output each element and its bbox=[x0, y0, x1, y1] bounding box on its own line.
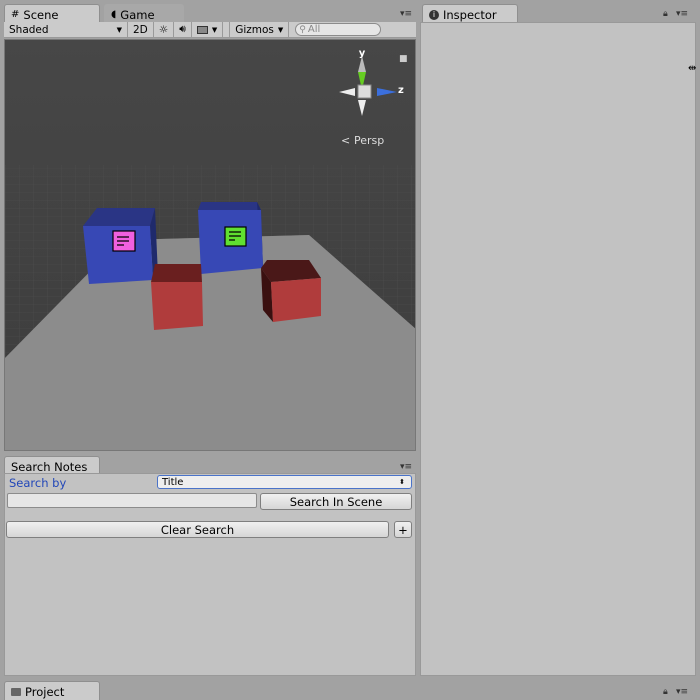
lock-icon[interactable]: 🔒︎ bbox=[663, 687, 668, 697]
scene-render: y z ■ < Persp bbox=[5, 40, 415, 450]
bottom-tab-bar bbox=[0, 679, 700, 700]
panel-menu-icon[interactable]: ▾≡ bbox=[400, 462, 412, 472]
add-note-button[interactable]: + bbox=[394, 521, 412, 538]
grid-icon: # bbox=[11, 9, 20, 20]
gizmos-dropdown[interactable]: Gizmos ▼ bbox=[229, 21, 290, 38]
scene-viewport[interactable]: y z ■ < Persp bbox=[4, 39, 416, 451]
lock-icon[interactable]: 🔒︎ bbox=[663, 9, 668, 19]
speaker-icon: 🔊︎ bbox=[179, 23, 186, 35]
tab-scene[interactable]: # Scene bbox=[4, 4, 100, 22]
panel-menu-icon[interactable]: ▾≡ bbox=[676, 9, 688, 19]
effects-dropdown[interactable]: ▼ bbox=[192, 21, 224, 38]
projection-label: Persp bbox=[354, 134, 384, 147]
tab-scene-label: Scene bbox=[23, 7, 59, 22]
panel-menu-icon[interactable]: ▾≡ bbox=[676, 687, 688, 697]
gizmo-z-label: z bbox=[398, 85, 404, 96]
gizmo-lock-icon[interactable]: ■ bbox=[399, 54, 408, 64]
tab-search-notes-label: Search Notes bbox=[11, 459, 88, 474]
tab-search-notes[interactable]: Search Notes bbox=[4, 456, 100, 474]
info-icon: i bbox=[429, 9, 439, 20]
shading-mode-label: Shaded bbox=[9, 23, 49, 36]
image-icon bbox=[196, 25, 208, 34]
scene-search-placeholder: All bbox=[307, 24, 321, 35]
chevron-down-icon: ▼ bbox=[116, 25, 122, 34]
clear-search-button[interactable]: Clear Search bbox=[6, 521, 389, 538]
sticky-note-green-icon[interactable] bbox=[224, 226, 247, 247]
red-cube-right[interactable] bbox=[261, 260, 321, 322]
audio-toggle[interactable]: 🔊︎ bbox=[174, 21, 192, 38]
inspector-panel bbox=[420, 22, 696, 676]
panel-menu-icon[interactable]: ▾≡ bbox=[400, 9, 412, 19]
tab-inspector-label: Inspector bbox=[443, 7, 497, 22]
projection-toggle[interactable]: < bbox=[341, 134, 350, 147]
search-in-scene-label: Search In Scene bbox=[289, 494, 383, 509]
sticky-note-pink-icon[interactable] bbox=[112, 230, 136, 252]
tab-game[interactable]: ◖ Game bbox=[104, 4, 184, 22]
clear-search-label: Clear Search bbox=[160, 522, 235, 537]
search-icon: ⚲ bbox=[299, 24, 306, 35]
search-notes-panel: Search by Title ⬍ Search In Scene Clear … bbox=[4, 473, 416, 676]
chevron-updown-icon: ⬍ bbox=[399, 478, 405, 486]
tab-project[interactable]: Project bbox=[4, 681, 100, 700]
search-by-value: Title bbox=[162, 476, 184, 488]
search-by-select[interactable]: Title ⬍ bbox=[157, 475, 412, 489]
scene-search-input[interactable]: ⚲ All bbox=[295, 23, 382, 36]
gizmos-label: Gizmos bbox=[235, 23, 274, 36]
search-in-scene-button[interactable]: Search In Scene bbox=[260, 493, 412, 510]
chevron-down-icon: ▼ bbox=[277, 25, 284, 34]
toggle-2d-button[interactable]: 2D bbox=[128, 21, 154, 38]
tab-inspector[interactable]: i Inspector bbox=[422, 4, 518, 22]
red-cube-left[interactable] bbox=[151, 264, 203, 330]
scene-toolbar: Shaded ▼ 2D ☼ 🔊︎ ▼ Gizmos ▼ ⚲ All bbox=[4, 21, 416, 38]
tab-project-label: Project bbox=[25, 685, 65, 699]
search-by-label: Search by bbox=[9, 476, 67, 490]
toggle-2d-label: 2D bbox=[133, 23, 148, 36]
lighting-toggle[interactable]: ☼ bbox=[154, 21, 175, 38]
folder-icon bbox=[11, 688, 21, 696]
pacman-icon: ◖ bbox=[111, 9, 117, 20]
gizmo-y-label: y bbox=[359, 48, 366, 59]
drag-cursor-icon: ⇹ bbox=[688, 63, 697, 74]
chevron-down-icon: ▼ bbox=[211, 25, 218, 34]
tab-game-label: Game bbox=[120, 7, 155, 22]
sun-icon: ☼ bbox=[158, 23, 169, 36]
plus-icon: + bbox=[398, 522, 408, 537]
search-notes-input[interactable] bbox=[7, 493, 257, 508]
shading-mode-dropdown[interactable]: Shaded ▼ bbox=[4, 21, 128, 38]
